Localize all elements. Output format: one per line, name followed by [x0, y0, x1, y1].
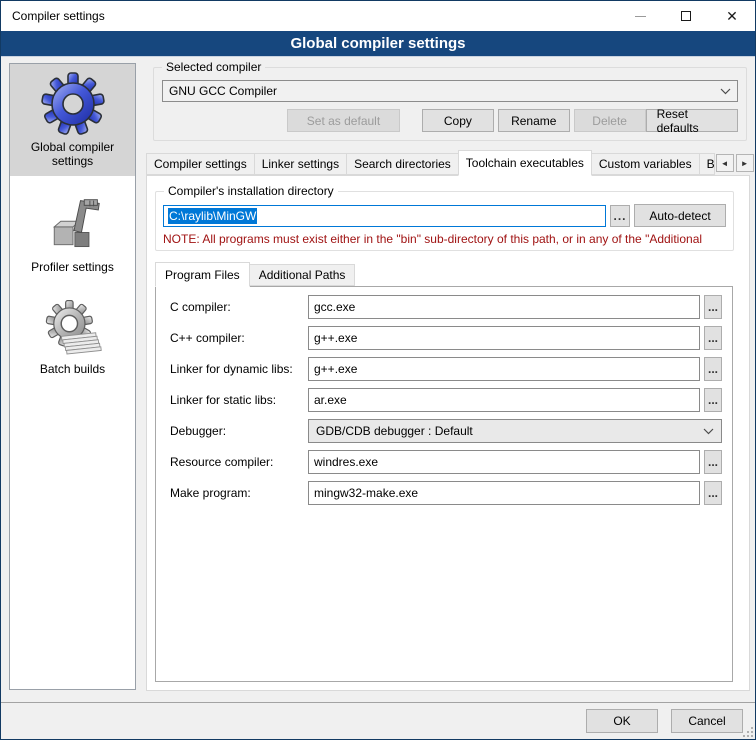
debugger-label: Debugger:: [170, 424, 308, 438]
installation-directory-input[interactable]: C:\raylib\MinGW: [163, 205, 606, 227]
arrow-right-icon: ►: [741, 159, 749, 168]
sidebar-item-profiler-settings[interactable]: Profiler settings: [10, 186, 135, 282]
static-linker-input[interactable]: [308, 388, 700, 412]
resize-grip[interactable]: [741, 725, 753, 737]
tab-build-options[interactable]: Build options: [699, 153, 715, 175]
tab-compiler-settings[interactable]: Compiler settings: [146, 153, 255, 175]
make-program-label: Make program:: [170, 486, 308, 500]
toolchain-executables-page: Compiler's installation directory C:\ray…: [146, 175, 750, 691]
minimize-icon: [635, 16, 646, 17]
maximize-button[interactable]: [663, 1, 709, 31]
settings-category-list: Global compiler settings Profiler settin…: [9, 63, 136, 690]
field-row-debugger: Debugger: GDB/CDB debugger : Default: [170, 419, 722, 443]
installation-directory-value: C:\raylib\MinGW: [168, 208, 257, 224]
compiler-select[interactable]: GNU GCC Compiler: [162, 80, 738, 102]
compiler-select-value: GNU GCC Compiler: [169, 84, 720, 98]
tab-search-directories[interactable]: Search directories: [346, 153, 459, 175]
auto-detect-button[interactable]: Auto-detect: [634, 204, 726, 227]
dynamic-linker-input[interactable]: [308, 357, 700, 381]
dialog-body: Global compiler settings Profiler settin…: [1, 57, 755, 739]
field-row-c-compiler: C compiler: ...: [170, 295, 722, 319]
copy-button[interactable]: Copy: [422, 109, 494, 132]
arrow-left-icon: ◄: [721, 159, 729, 168]
installation-directory-row: C:\raylib\MinGW ... Auto-detect: [163, 204, 726, 227]
minimize-button[interactable]: [617, 1, 663, 31]
sidebar-item-label: Global compiler settings: [12, 140, 133, 168]
set-as-default-button[interactable]: Set as default: [287, 109, 400, 132]
debugger-select-value: GDB/CDB debugger : Default: [316, 424, 703, 438]
make-program-input[interactable]: [308, 481, 700, 505]
installation-directory-browse-button[interactable]: ...: [610, 205, 630, 227]
cpp-compiler-label: C++ compiler:: [170, 331, 308, 345]
subtab-additional-paths[interactable]: Additional Paths: [249, 264, 356, 286]
c-compiler-browse-button[interactable]: ...: [704, 295, 722, 319]
tab-scroll-buttons: ◄ ►: [714, 154, 754, 172]
sidebar-item-label: Batch builds: [40, 362, 105, 376]
resource-compiler-input[interactable]: [308, 450, 700, 474]
program-files-tabstrip: Program Files Additional Paths: [155, 261, 741, 286]
compiler-settings-dialog: Compiler settings ✕ Global compiler sett…: [0, 0, 756, 740]
field-row-static-linker: Linker for static libs: ...: [170, 388, 722, 412]
c-compiler-label: C compiler:: [170, 300, 308, 314]
rename-button[interactable]: Rename: [498, 109, 570, 132]
resource-compiler-label: Resource compiler:: [170, 455, 308, 469]
titlebar[interactable]: Compiler settings ✕: [1, 1, 755, 31]
sidebar-item-label: Profiler settings: [31, 260, 114, 274]
debugger-select[interactable]: GDB/CDB debugger : Default: [308, 419, 722, 443]
close-button[interactable]: ✕: [709, 1, 755, 31]
static-linker-label: Linker for static libs:: [170, 393, 308, 407]
reset-defaults-button[interactable]: Reset defaults: [646, 109, 738, 132]
subtab-program-files[interactable]: Program Files: [155, 262, 250, 287]
field-row-cpp-compiler: C++ compiler: ...: [170, 326, 722, 350]
tab-scroll-left-button[interactable]: ◄: [716, 154, 734, 172]
field-row-dynamic-linker: Linker for dynamic libs: ...: [170, 357, 722, 381]
caliper-icon: [43, 194, 103, 256]
settings-tabstrip: Compiler settings Linker settings Search…: [146, 149, 750, 175]
sidebar-item-global-compiler-settings[interactable]: Global compiler settings: [10, 64, 135, 176]
resource-compiler-browse-button[interactable]: ...: [704, 450, 722, 474]
dynamic-linker-browse-button[interactable]: ...: [704, 357, 722, 381]
make-program-browse-button[interactable]: ...: [704, 481, 722, 505]
maximize-icon: [681, 11, 691, 21]
installation-directory-group: Compiler's installation directory C:\ray…: [155, 191, 734, 251]
selected-compiler-group: Selected compiler GNU GCC Compiler Set a…: [153, 67, 747, 141]
installation-directory-legend: Compiler's installation directory: [164, 184, 338, 198]
ok-button[interactable]: OK: [586, 709, 658, 733]
tab-scroll-right-button[interactable]: ►: [736, 154, 754, 172]
tab-linker-settings[interactable]: Linker settings: [254, 153, 347, 175]
field-row-make-program: Make program: ...: [170, 481, 722, 505]
c-compiler-input[interactable]: [308, 295, 700, 319]
tab-custom-variables[interactable]: Custom variables: [591, 153, 700, 175]
dialog-footer: OK Cancel: [1, 702, 755, 739]
sidebar-item-batch-builds[interactable]: Batch builds: [10, 292, 135, 384]
field-row-resource-compiler: Resource compiler: ...: [170, 450, 722, 474]
program-files-page: C compiler: ... C++ compiler: ... Linker…: [155, 286, 733, 682]
window-title: Compiler settings: [1, 9, 617, 23]
chevron-down-icon: [720, 88, 731, 95]
dialog-banner: Global compiler settings: [1, 31, 755, 57]
blue-gear-icon: [41, 72, 105, 136]
cpp-compiler-browse-button[interactable]: ...: [704, 326, 722, 350]
cancel-button[interactable]: Cancel: [671, 709, 743, 733]
compiler-actions: Set as default Copy Rename Delete Reset …: [162, 109, 738, 132]
chevron-down-icon: [703, 428, 714, 435]
gray-gear-stack-icon: [44, 300, 102, 358]
static-linker-browse-button[interactable]: ...: [704, 388, 722, 412]
cpp-compiler-input[interactable]: [308, 326, 700, 350]
tab-toolchain-executables[interactable]: Toolchain executables: [458, 150, 592, 176]
dynamic-linker-label: Linker for dynamic libs:: [170, 362, 308, 376]
banner-title: Global compiler settings: [290, 35, 465, 52]
delete-button[interactable]: Delete: [574, 109, 646, 132]
selected-compiler-legend: Selected compiler: [162, 60, 265, 74]
close-icon: ✕: [726, 9, 738, 23]
bin-subdirectory-note: NOTE: All programs must exist either in …: [163, 232, 726, 246]
main-panel: Selected compiler GNU GCC Compiler Set a…: [146, 57, 750, 691]
